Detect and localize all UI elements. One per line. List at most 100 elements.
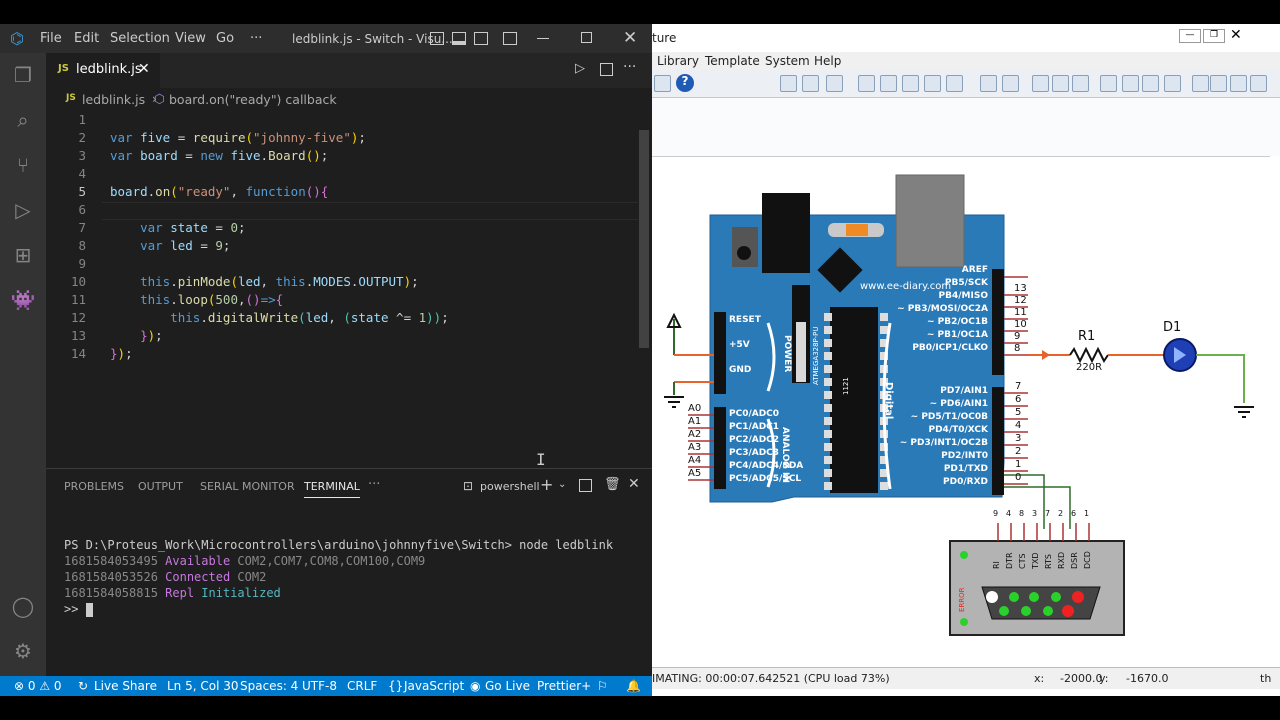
toolbar-tool-icon[interactable] [946, 75, 963, 92]
feedback-icon[interactable]: ⚐ [597, 679, 608, 693]
menu-system[interactable]: System [765, 54, 810, 68]
vscode-logo-icon: ⌬ [10, 29, 24, 48]
status-go-live[interactable]: Go Live [485, 679, 530, 693]
panel-more-icon[interactable]: ··· [368, 477, 380, 492]
tab-output[interactable]: OUTPUT [138, 480, 183, 493]
tab-terminal[interactable]: TERMINAL [304, 480, 360, 498]
toolbar-tool-icon[interactable] [924, 75, 941, 92]
simulation-status: IMATING: 00:00:07.642521 (CPU load 73%) [652, 672, 890, 685]
explorer-icon[interactable]: ❐ [11, 63, 35, 87]
toolbar-tool-icon[interactable] [1250, 75, 1267, 92]
split-editor-icon[interactable] [600, 63, 613, 76]
status-position[interactable]: Ln 5, Col 30 [167, 679, 239, 693]
toolbar-tool-icon[interactable] [802, 75, 819, 92]
close-icon[interactable]: ✕ [623, 28, 637, 48]
proteus-ribbon [652, 98, 1280, 156]
toolbar-tool-icon[interactable] [1142, 75, 1159, 92]
toolbar-tool-icon[interactable] [880, 75, 897, 92]
toolbar-tool-icon[interactable] [1032, 75, 1049, 92]
settings-gear-icon[interactable]: ⚙ [11, 639, 35, 663]
code-line-8: var led = 9; [140, 238, 231, 253]
menu-file[interactable]: File [40, 31, 62, 46]
account-icon[interactable]: ◯ [11, 594, 35, 618]
toolbar-tool-icon[interactable] [654, 75, 671, 92]
toolbar-tool-icon[interactable] [1192, 75, 1209, 92]
toolbar-tool-icon[interactable] [1164, 75, 1181, 92]
js-file-icon: JS [58, 63, 69, 74]
toggle-secondary-sidebar-icon[interactable] [474, 32, 488, 45]
toolbar-tool-icon[interactable] [1230, 75, 1247, 92]
tab-close-icon[interactable]: ✕ [138, 61, 150, 77]
source-control-icon[interactable]: ⑂ [11, 153, 35, 177]
split-terminal-icon[interactable] [579, 479, 592, 492]
toolbar-tool-icon[interactable] [902, 75, 919, 92]
maximize-icon[interactable] [581, 32, 592, 43]
menu-edit[interactable]: Edit [74, 31, 99, 46]
toggle-sidebar-icon[interactable] [430, 32, 444, 45]
breadcrumb-symbol[interactable]: board.on("ready") callback [169, 92, 337, 107]
analog-pin-label: PC3/ADC3 [729, 448, 780, 458]
toolbar-tool-icon[interactable] [1122, 75, 1139, 92]
toolbar-tool-icon[interactable] [1052, 75, 1069, 92]
terminal-value: COM2,COM7,COM8,COM100,COM9 [237, 554, 426, 568]
code-line-7: var state = 0; [140, 220, 246, 235]
menu-template[interactable]: Template [705, 54, 760, 68]
terminal-command: PS D:\Proteus_Work\Microcontrollers\ardu… [64, 538, 614, 552]
proteus-minimize-icon[interactable]: — [1179, 29, 1201, 43]
code-editor[interactable]: 1 2 3 4 5 6 7 8 9 10 11 12 13 14 var five = require("… [46, 110, 652, 480]
schematic-canvas[interactable]: www.ee-diary.com ATMEGA328P-PU 1121 POWE… [652, 156, 1270, 666]
serial-error: ERROR [958, 587, 966, 612]
menu-help[interactable]: Help [814, 54, 841, 68]
search-icon[interactable]: ⌕ [11, 108, 35, 132]
trash-icon[interactable]: 🗑 [604, 477, 621, 492]
toolbar-tool-icon[interactable] [1072, 75, 1089, 92]
digital-pin-number: 12 [1014, 295, 1027, 306]
toolbar-tool-icon[interactable] [1210, 75, 1227, 92]
toolbar-tool-icon[interactable] [858, 75, 875, 92]
tab-problems[interactable]: PROBLEMS [64, 480, 124, 493]
digital-pin-label: ~ PB2/OC1B [926, 317, 988, 327]
toolbar-tool-icon[interactable] [780, 75, 797, 92]
tab-ledblink[interactable]: JS ledblink.js ✕ [46, 53, 160, 88]
editor-scrollbar[interactable] [639, 130, 649, 348]
menu-library[interactable]: Library [657, 54, 699, 68]
status-language[interactable]: JavaScript [404, 679, 464, 693]
bell-icon[interactable]: 🔔 [626, 679, 641, 693]
toolbar-tool-icon[interactable] [1002, 75, 1019, 92]
alien-icon[interactable]: 👾 [11, 288, 36, 312]
code-line-5: board.on("ready", function(){ [110, 184, 329, 199]
menu-selection[interactable]: Selection [110, 31, 170, 46]
status-encoding[interactable]: UTF-8 [302, 679, 337, 693]
status-prettier[interactable]: Prettier+ [537, 679, 591, 693]
minimize-icon[interactable] [537, 38, 549, 39]
more-actions-icon[interactable]: ··· [623, 59, 636, 75]
run-icon[interactable]: ▷ [575, 61, 585, 76]
terminal-dropdown-icon[interactable]: ⌄ [558, 479, 566, 490]
close-panel-icon[interactable]: ✕ [628, 476, 640, 492]
proteus-restore-icon[interactable]: ❐ [1203, 29, 1225, 43]
timestamp: 1681584053495 [64, 554, 158, 568]
terminal-prompt[interactable]: >> [64, 602, 93, 617]
status-live-share[interactable]: Live Share [94, 679, 157, 693]
proteus-toolbar: ? [652, 70, 1280, 98]
run-debug-icon[interactable]: ▷ [11, 198, 35, 222]
menu-view[interactable]: View [175, 31, 206, 46]
tab-serial-monitor[interactable]: SERIAL MONITOR [200, 480, 295, 493]
extensions-icon[interactable]: ⊞ [11, 243, 35, 267]
menu-more[interactable]: ··· [250, 31, 262, 46]
proteus-close-icon[interactable]: ✕ [1230, 27, 1242, 43]
status-spaces[interactable]: Spaces: 4 [240, 679, 298, 693]
terminal-shell[interactable]: powershell [480, 480, 540, 493]
status-problems[interactable]: ⊗ 0 ⚠ 0 [14, 679, 62, 693]
status-eol[interactable]: CRLF [347, 679, 377, 693]
serial-pin-label: RXD [1057, 551, 1066, 569]
toolbar-tool-icon[interactable] [980, 75, 997, 92]
breadcrumb-file[interactable]: ledblink.js [82, 92, 145, 107]
toggle-panel-icon[interactable] [452, 32, 466, 45]
toolbar-tool-icon[interactable] [826, 75, 843, 92]
customize-layout-icon[interactable] [503, 32, 517, 45]
menu-go[interactable]: Go [216, 31, 234, 46]
new-terminal-icon[interactable]: + [540, 475, 553, 494]
help-icon[interactable]: ? [676, 74, 694, 92]
toolbar-tool-icon[interactable] [1100, 75, 1117, 92]
